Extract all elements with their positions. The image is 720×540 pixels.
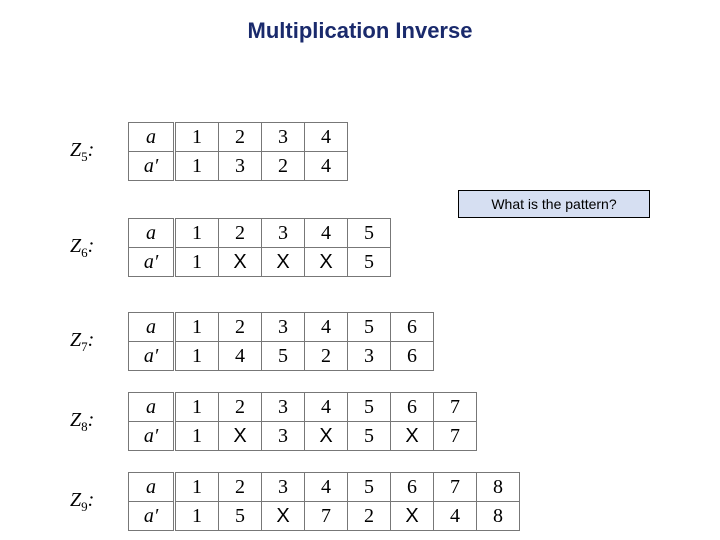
cell: 4 xyxy=(219,342,262,371)
cell: 1 xyxy=(175,219,219,248)
cell: 4 xyxy=(305,313,348,342)
group-label-Z9: Z9: xyxy=(70,489,128,515)
cell: 1 xyxy=(175,502,219,531)
cell: 5 xyxy=(348,473,391,502)
group-Z7: Z7:a123456a′145236 xyxy=(70,312,434,371)
row-head: a xyxy=(129,123,175,152)
cell: 1 xyxy=(175,393,219,422)
cell: 3 xyxy=(262,393,305,422)
cell: 2 xyxy=(219,393,262,422)
cell: X xyxy=(262,248,305,277)
cell: 4 xyxy=(305,123,348,152)
cell: 2 xyxy=(219,123,262,152)
cell: 2 xyxy=(219,313,262,342)
row-head: a′ xyxy=(129,342,175,371)
cell: 5 xyxy=(348,219,391,248)
cell: 6 xyxy=(391,393,434,422)
cell: 6 xyxy=(391,313,434,342)
cell: 5 xyxy=(348,248,391,277)
table-Z8: a1234567a′1X3X5X7 xyxy=(128,392,477,451)
group-Z8: Z8:a1234567a′1X3X5X7 xyxy=(70,392,477,451)
cell: 7 xyxy=(434,422,477,451)
cell: 3 xyxy=(262,313,305,342)
group-label-Z5: Z5: xyxy=(70,139,128,165)
pattern-callout: What is the pattern? xyxy=(458,190,650,218)
cell: 8 xyxy=(477,502,520,531)
cell: 3 xyxy=(219,152,262,181)
cell: 6 xyxy=(391,473,434,502)
cell: 1 xyxy=(175,422,219,451)
cell: 5 xyxy=(348,393,391,422)
group-Z9: Z9:a12345678a′15X72X48 xyxy=(70,472,520,531)
cell: X xyxy=(305,422,348,451)
cell: 4 xyxy=(305,152,348,181)
cell: 3 xyxy=(262,422,305,451)
table-Z6: a12345a′1XXX5 xyxy=(128,218,391,277)
cell: 3 xyxy=(262,473,305,502)
cell: 1 xyxy=(175,342,219,371)
cell: 1 xyxy=(175,248,219,277)
cell: 3 xyxy=(262,219,305,248)
row-head: a′ xyxy=(129,502,175,531)
cell: 2 xyxy=(305,342,348,371)
cell: 2 xyxy=(219,219,262,248)
row-head: a′ xyxy=(129,152,175,181)
cell: 6 xyxy=(391,342,434,371)
group-Z6: Z6:a12345a′1XXX5 xyxy=(70,218,391,277)
cell: X xyxy=(391,422,434,451)
cell: X xyxy=(219,422,262,451)
row-head: a xyxy=(129,219,175,248)
cell: 7 xyxy=(305,502,348,531)
cell: 4 xyxy=(305,219,348,248)
cell: X xyxy=(391,502,434,531)
cell: 5 xyxy=(348,422,391,451)
row-head: a′ xyxy=(129,248,175,277)
cell: 2 xyxy=(262,152,305,181)
group-Z5: Z5:a1234a′1324 xyxy=(70,122,348,181)
row-head: a xyxy=(129,473,175,502)
cell: 3 xyxy=(348,342,391,371)
cell: X xyxy=(262,502,305,531)
table-Z9: a12345678a′15X72X48 xyxy=(128,472,520,531)
group-label-Z6: Z6: xyxy=(70,235,128,261)
cell: 2 xyxy=(348,502,391,531)
cell: 5 xyxy=(348,313,391,342)
group-label-Z7: Z7: xyxy=(70,329,128,355)
cell: 1 xyxy=(175,123,219,152)
page-title: Multiplication Inverse xyxy=(0,18,720,44)
cell: 1 xyxy=(175,313,219,342)
cell: 2 xyxy=(219,473,262,502)
cell: X xyxy=(219,248,262,277)
row-head: a′ xyxy=(129,422,175,451)
cell: X xyxy=(305,248,348,277)
cell: 4 xyxy=(434,502,477,531)
row-head: a xyxy=(129,313,175,342)
table-Z7: a123456a′145236 xyxy=(128,312,434,371)
table-Z5: a1234a′1324 xyxy=(128,122,348,181)
cell: 7 xyxy=(434,473,477,502)
group-label-Z8: Z8: xyxy=(70,409,128,435)
cell: 4 xyxy=(305,473,348,502)
cell: 1 xyxy=(175,473,219,502)
cell: 3 xyxy=(262,123,305,152)
cell: 4 xyxy=(305,393,348,422)
cell: 1 xyxy=(175,152,219,181)
cell: 5 xyxy=(219,502,262,531)
cell: 8 xyxy=(477,473,520,502)
cell: 5 xyxy=(262,342,305,371)
row-head: a xyxy=(129,393,175,422)
cell: 7 xyxy=(434,393,477,422)
